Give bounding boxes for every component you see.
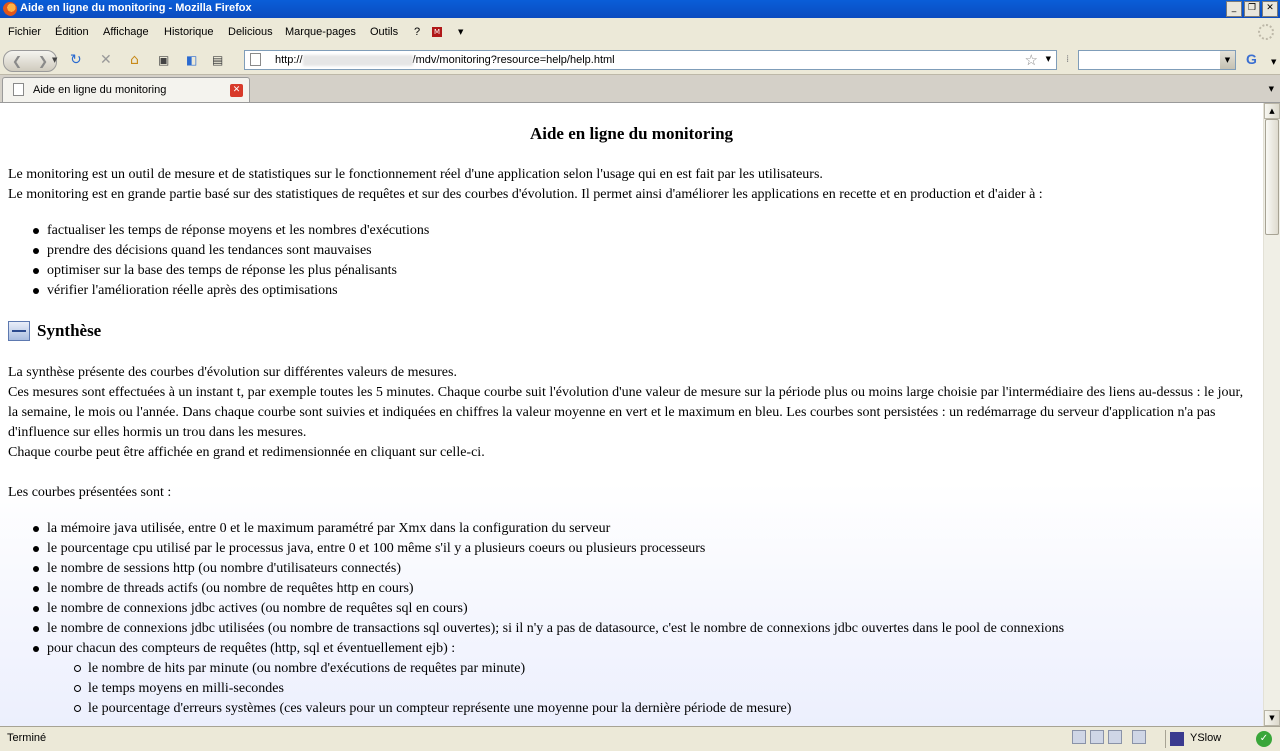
url-text[interactable]: http:///mdv/monitoring?resource=help/hel… <box>275 54 615 66</box>
bookmark-tool-icon[interactable]: ▤ <box>212 50 223 70</box>
courbes-list: la mémoire java utilisée, entre 0 et le … <box>0 519 1064 659</box>
navigation-toolbar: ❮ ❯ ▼ ↻ ✕ ⌂ ▣ ◧ ▤ http:///mdv/monitoring… <box>0 46 1280 75</box>
back-icon[interactable]: ❮ <box>12 54 22 68</box>
back-forward-buttons: ❮ ❯ <box>3 50 57 72</box>
sidebar-icon[interactable]: ◧ <box>186 50 197 70</box>
tab-label: Aide en ligne du monitoring <box>33 84 167 96</box>
scroll-up-icon[interactable]: ▲ <box>1264 103 1280 119</box>
screen-icon[interactable] <box>1072 730 1086 744</box>
scroll-down-icon[interactable]: ▼ <box>1264 710 1280 726</box>
synthese-paragraph-1: La synthèse présente des courbes d'évolu… <box>8 365 457 380</box>
list-item: le pourcentage d'erreurs systèmes (ces v… <box>0 699 791 719</box>
screenshot-icon[interactable]: ▣ <box>158 50 169 70</box>
close-button[interactable]: ✕ <box>1262 1 1278 17</box>
list-item: le pourcentage cpu utilisé par le proces… <box>0 539 1064 559</box>
status-icons <box>1072 730 1146 744</box>
menu-marque-pages[interactable]: Marque-pages <box>285 26 356 38</box>
home-icon[interactable]: ⌂ <box>130 50 139 70</box>
chevron-down-icon[interactable]: ▼ <box>1220 51 1235 69</box>
list-item: la mémoire java utilisée, entre 0 et le … <box>0 519 1064 539</box>
synthese-paragraph-3: Chaque courbe peut être affichée en gran… <box>8 445 485 460</box>
goals-list: factualiser les temps de réponse moyens … <box>0 221 429 301</box>
reload-icon[interactable]: ↻ <box>70 50 82 70</box>
yslow-icon <box>1170 732 1184 746</box>
vertical-scrollbar[interactable]: ▲ ▼ <box>1263 103 1280 726</box>
page-icon <box>250 53 261 66</box>
firebug-icon[interactable] <box>1132 730 1146 744</box>
page-content: Aide en ligne du monitoring Le monitorin… <box>0 103 1263 726</box>
list-all-tabs-icon[interactable]: ▼ <box>1269 85 1274 93</box>
list-item: le nombre de connexions jdbc utilisées (… <box>0 619 1064 639</box>
stop-icon[interactable]: ✕ <box>100 50 112 70</box>
chevron-down-icon[interactable]: ▼ <box>458 28 463 36</box>
menu-help[interactable]: ? <box>414 26 420 38</box>
list-item: pour chacun des compteurs de requêtes (h… <box>0 639 1064 659</box>
throbber-icon <box>1258 24 1274 40</box>
page-icon <box>13 83 24 96</box>
list-item: le temps moyens en milli-secondes <box>0 679 791 699</box>
maximize-button[interactable]: ❐ <box>1244 1 1260 17</box>
forward-icon[interactable]: ❯ <box>38 54 48 68</box>
tab-aide-monitoring[interactable]: Aide en ligne du monitoring ✕ <box>2 77 250 102</box>
tab-bar: Aide en ligne du monitoring ✕ ▼ <box>0 75 1280 103</box>
window-controls: _ ❐ ✕ <box>1226 1 1278 17</box>
puzzle-icon[interactable] <box>1090 730 1104 744</box>
intro-paragraph-1: Le monitoring est un outil de mesure et … <box>8 167 823 182</box>
bookmark-star-icon[interactable]: ☆ <box>1025 51 1038 69</box>
list-item: le nombre de hits par minute (ou nombre … <box>0 659 791 679</box>
list-item: prendre des décisions quand les tendance… <box>0 241 429 261</box>
search-input[interactable]: ▼ <box>1078 50 1236 70</box>
window-title: Aide en ligne du monitoring - Mozilla Fi… <box>20 2 252 14</box>
synthese-paragraph-2: Ces mesures sont effectuées à un instant… <box>8 385 1244 440</box>
list-item: le nombre de connexions jdbc actives (ou… <box>0 599 1064 619</box>
yslow-label: YSlow <box>1190 732 1222 744</box>
chevron-down-icon[interactable]: ▼ <box>1046 55 1051 63</box>
address-bar[interactable]: http:///mdv/monitoring?resource=help/hel… <box>244 50 1057 70</box>
yslow-button[interactable]: YSlow <box>1165 730 1252 748</box>
list-item: optimiser sur la base des temps de répon… <box>0 261 429 281</box>
list-item: le nombre de threads actifs (ou nombre d… <box>0 579 1064 599</box>
list-item: factualiser les temps de réponse moyens … <box>0 221 429 241</box>
menu-affichage[interactable]: Affichage <box>103 26 149 38</box>
mail-icon[interactable] <box>1108 730 1122 744</box>
status-bar: Terminé YSlow ✓ <box>0 726 1280 751</box>
firefox-icon <box>3 2 17 16</box>
scroll-thumb[interactable] <box>1265 119 1279 235</box>
close-tab-icon[interactable]: ✕ <box>230 84 243 97</box>
menu-edition[interactable]: Édition <box>55 26 89 38</box>
list-item: vérifier l'amélioration réelle après des… <box>0 281 429 301</box>
history-dropdown-icon[interactable]: ▼ <box>52 50 57 70</box>
chevron-down-icon[interactable]: ▼ <box>1271 58 1276 66</box>
status-text: Terminé <box>7 732 47 744</box>
menu-fichier[interactable]: Fichier <box>8 26 41 38</box>
menu-delicious[interactable]: Delicious <box>228 26 273 38</box>
minimize-button[interactable]: _ <box>1226 1 1242 17</box>
url-redacted <box>302 54 413 66</box>
intro-paragraph-2: Le monitoring est en grande partie basé … <box>8 187 1043 202</box>
compteurs-sublist: le nombre de hits par minute (ou nombre … <box>0 659 791 719</box>
check-icon: ✓ <box>1256 731 1272 747</box>
google-search-icon[interactable]: G <box>1246 51 1257 67</box>
window-titlebar: Aide en ligne du monitoring - Mozilla Fi… <box>0 0 1280 18</box>
courbes-intro: Les courbes présentées sont : <box>8 485 172 500</box>
menu-bar: Fichier Édition Affichage Historique Del… <box>0 18 1280 47</box>
section-title: Synthèse <box>37 321 102 340</box>
toolbar-grip-icon[interactable]: ⁞ <box>1066 54 1069 65</box>
list-item: le nombre de sessions http (ou nombre d'… <box>0 559 1064 579</box>
page-title: Aide en ligne du monitoring <box>529 124 734 143</box>
mh-icon[interactable]: M <box>432 27 442 37</box>
menu-historique[interactable]: Historique <box>164 26 214 38</box>
menu-outils[interactable]: Outils <box>370 26 398 38</box>
chart-icon <box>8 321 30 341</box>
